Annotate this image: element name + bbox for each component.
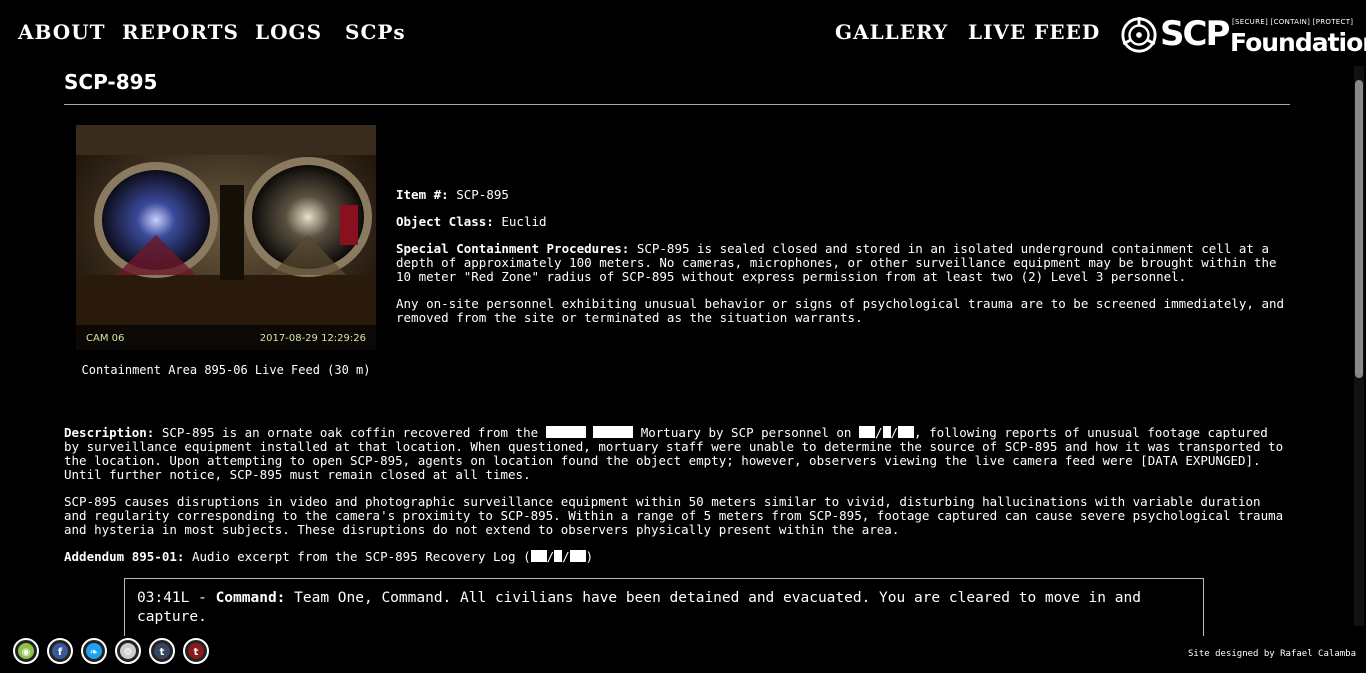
redacted-block	[593, 426, 634, 438]
addendum-row: Addendum 895-01: Audio excerpt from the …	[64, 549, 594, 564]
object-class-value: Euclid	[501, 214, 547, 229]
facebook-icon[interactable]: f	[47, 638, 73, 664]
scp-seal-icon[interactable]: ⚙	[115, 638, 141, 664]
redacted-block	[554, 550, 563, 562]
object-class-label: Object Class:	[396, 214, 494, 229]
nav-logs[interactable]: LOGS	[255, 20, 322, 44]
nav-gallery[interactable]: GALLERY	[835, 20, 948, 44]
image-caption: Containment Area 895-06 Live Feed (30 m)	[81, 363, 371, 377]
svg-text:◉: ◉	[22, 647, 31, 658]
live-feed-image-block: CAM 06 2017-08-29 12:29:26 Containment A…	[76, 125, 376, 377]
footer-credit: Site designed by Rafael Calamba	[1188, 649, 1356, 659]
recovery-log-box: 03:41L - Command: Team One, Command. All…	[124, 578, 1204, 636]
item-number-label: Item #:	[396, 187, 449, 202]
svg-text:t: t	[160, 647, 165, 658]
svg-text:❧: ❧	[90, 647, 98, 658]
camera-icon[interactable]: ◉	[13, 638, 39, 664]
scrollbar-thumb[interactable]	[1355, 80, 1363, 378]
svg-text:⚙: ⚙	[124, 647, 133, 658]
description-text-a: SCP-895 is an ornate oak coffin recovere…	[161, 425, 539, 440]
redacted-block	[898, 426, 915, 438]
procedures-text-2: Any on-site personnel exhibiting unusual…	[396, 296, 1285, 325]
footer: ◉ f ❧ ⚙ t t Site designed by Rafael Calamba	[0, 636, 1366, 673]
description-label: Description:	[64, 425, 155, 440]
redacted-block	[882, 426, 891, 438]
addendum-text: Audio excerpt from the SCP-895 Recovery …	[191, 549, 531, 564]
log-text: Team One, Command. All civilians have be…	[137, 590, 1141, 625]
object-class-row: Object Class: Euclid	[396, 215, 1286, 229]
redacted-block	[858, 426, 875, 438]
page-title: SCP-895	[64, 70, 158, 94]
logo-text-scp: SCP	[1160, 14, 1230, 54]
live-feed-image[interactable]: CAM 06 2017-08-29 12:29:26	[76, 125, 376, 350]
logo-text-foundation: Foundation	[1230, 28, 1366, 57]
tunnel-scene	[76, 125, 376, 350]
item-number-row: Item #: SCP-895	[396, 188, 1286, 202]
page-scrollbar[interactable]	[1354, 66, 1364, 626]
item-number-value: SCP-895	[456, 187, 509, 202]
procedures-label: Special Containment Procedures:	[396, 241, 630, 256]
article-content: SCP-895 CAM 06 2017-08-29 12:29:26 Conta…	[64, 66, 1290, 636]
scp-foundation-logo[interactable]: SCP [SECURE] [CONTAIN] [PROTECT] Foundat…	[1120, 14, 1366, 58]
description-section: Description: SCP-895 is an ornate oak co…	[64, 426, 1290, 577]
svg-text:f: f	[58, 647, 63, 658]
twitter-icon[interactable]: ❧	[81, 638, 107, 664]
redacted-block	[569, 550, 586, 562]
containment-procedures: Special Containment Procedures: SCP-895 …	[396, 242, 1286, 284]
nav-live-feed[interactable]: LIVE FEED	[968, 20, 1100, 44]
tumblr-alt-icon[interactable]: t	[183, 638, 209, 664]
description-paragraph-1: Description: SCP-895 is an ornate oak co…	[64, 425, 1284, 482]
top-nav: ABOUT REPORTS LOGS SCPs GALLERY LIVE FEE…	[0, 0, 1366, 66]
logo-tagline: [SECURE] [CONTAIN] [PROTECT]	[1232, 18, 1354, 26]
camera-label: CAM 06	[86, 333, 125, 344]
item-info: Item #: SCP-895 Object Class: Euclid Spe…	[396, 188, 1286, 338]
redacted-block	[545, 426, 586, 438]
description-paragraph-2: SCP-895 causes disruptions in video and …	[64, 494, 1284, 537]
log-speaker: Command:	[215, 590, 286, 606]
tumblr-icon[interactable]: t	[149, 638, 175, 664]
nav-about[interactable]: ABOUT	[18, 20, 106, 44]
feed-timestamp: 2017-08-29 12:29:26	[259, 333, 366, 344]
svg-text:t: t	[194, 647, 199, 658]
scp-seal-icon	[1121, 16, 1157, 53]
log-time: 03:41L -	[137, 590, 216, 606]
nav-scps[interactable]: SCPs	[345, 20, 406, 44]
redacted-block	[530, 550, 547, 562]
description-text-b: Mortuary by SCP personnel on	[640, 425, 852, 440]
addendum-label: Addendum 895-01:	[64, 549, 185, 564]
title-divider	[64, 104, 1290, 105]
nav-reports[interactable]: REPORTS	[122, 20, 239, 44]
